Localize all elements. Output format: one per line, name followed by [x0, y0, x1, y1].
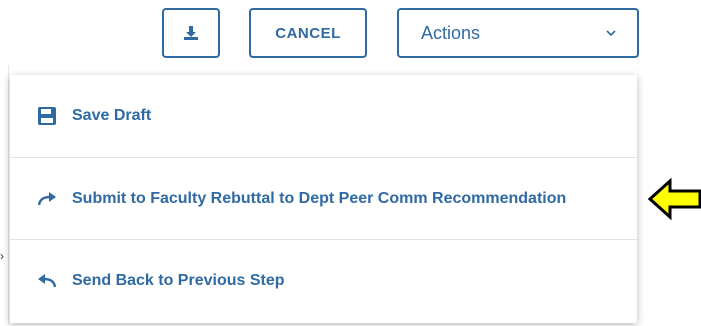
menu-item-save-draft[interactable]: Save Draft: [10, 75, 637, 157]
save-icon: [36, 105, 58, 127]
cancel-button-label: CANCEL: [275, 24, 341, 42]
chevron-down-icon: [606, 30, 616, 37]
menu-item-label: Submit to Faculty Rebuttal to Dept Peer …: [72, 189, 567, 207]
download-icon: [184, 26, 198, 40]
actions-menu: Save Draft Submit to Faculty Rebuttal to…: [10, 75, 637, 323]
yellow-arrow-pointer-icon: [648, 178, 701, 220]
background-text-fragment: ›: [0, 249, 4, 263]
action-toolbar: CANCEL Actions: [0, 8, 701, 60]
menu-item-send-back[interactable]: Send Back to Previous Step: [10, 239, 637, 321]
back-arrow-icon: [36, 270, 58, 292]
actions-dropdown[interactable]: Actions: [397, 8, 639, 58]
cancel-button[interactable]: CANCEL: [249, 8, 367, 58]
background-page-edge: ›: [0, 65, 9, 325]
menu-item-submit-faculty-rebuttal[interactable]: Submit to Faculty Rebuttal to Dept Peer …: [10, 157, 637, 239]
menu-item-label: Save Draft: [72, 107, 152, 124]
download-button[interactable]: [162, 8, 220, 58]
actions-dropdown-label: Actions: [421, 22, 481, 43]
forward-arrow-icon: [36, 188, 58, 210]
menu-item-label: Send Back to Previous Step: [72, 271, 285, 289]
